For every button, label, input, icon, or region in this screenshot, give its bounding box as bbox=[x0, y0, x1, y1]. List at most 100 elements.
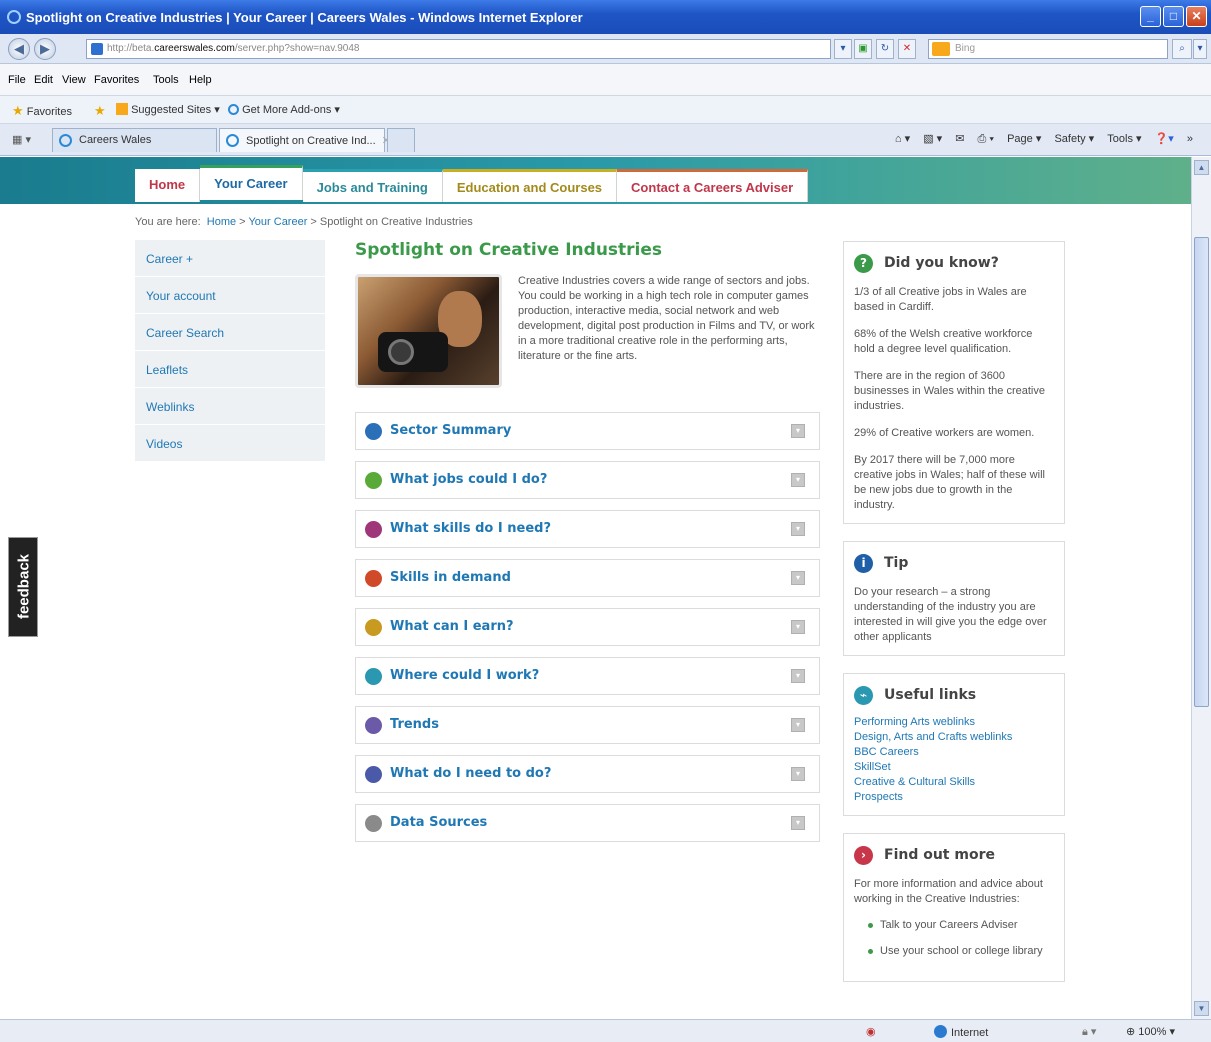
link-skillset[interactable]: SkillSet bbox=[854, 760, 1054, 775]
address-dropdown-button[interactable]: ▾ bbox=[834, 39, 852, 59]
nav-education-courses[interactable]: Education and Courses bbox=[442, 169, 618, 202]
nav-your-career[interactable]: Your Career bbox=[200, 165, 303, 200]
sidenav-item-account[interactable]: Your account bbox=[135, 277, 325, 313]
suggested-sites-button[interactable]: Suggested Sites ▾ bbox=[116, 103, 220, 116]
help-icon[interactable]: ❓▾ bbox=[1155, 133, 1174, 145]
main-nav: Home Your Career Jobs and Training Educatio… bbox=[135, 165, 809, 204]
tab-bar: ▦ ▾ Careers Wales Spotlight on Creative … bbox=[0, 124, 1211, 156]
address-bar: ◀ ▶ http://beta.careerswales.com/server.… bbox=[0, 34, 1211, 64]
expand-toggle-icon[interactable]: ▾ bbox=[791, 718, 805, 732]
forward-button[interactable]: ▶ bbox=[34, 38, 56, 60]
menu-tools[interactable]: Tools bbox=[153, 74, 179, 86]
question-icon: ? bbox=[854, 254, 873, 273]
menu-favorites[interactable]: Favorites bbox=[94, 74, 139, 86]
nav-jobs-training[interactable]: Jobs and Training bbox=[302, 169, 443, 202]
zoom-control[interactable]: ⊕ 100% ▾ bbox=[1126, 1025, 1175, 1038]
ie-logo-icon bbox=[7, 10, 21, 24]
privacy-icon[interactable]: ◉ bbox=[866, 1025, 876, 1038]
feedback-tab[interactable]: feedback bbox=[8, 537, 38, 637]
sidenav-item-weblinks[interactable]: Weblinks bbox=[135, 388, 325, 424]
nav-contact-adviser[interactable]: Contact a Careers Adviser bbox=[617, 169, 809, 202]
feeds-icon[interactable]: ▧ ▾ bbox=[923, 133, 942, 145]
zone-label: Internet bbox=[951, 1027, 989, 1039]
print-icon[interactable]: ⎙ ▾ bbox=[978, 133, 994, 145]
accordion-section-label: Data Sources bbox=[390, 815, 488, 830]
link-performing-arts[interactable]: Performing Arts weblinks bbox=[854, 715, 1054, 730]
accordion-section[interactable]: What can I earn? ▾ bbox=[355, 608, 820, 646]
fact-text: 1/3 of all Creative jobs in Wales are ba… bbox=[854, 286, 1027, 313]
accordion-section[interactable]: What skills do I need? ▾ bbox=[355, 510, 820, 548]
accordion-section[interactable]: What do I need to do? ▾ bbox=[355, 755, 820, 793]
favorites-button[interactable]: ★ Favorites bbox=[12, 103, 72, 119]
tab-spotlight[interactable]: Spotlight on Creative Ind...✕ bbox=[219, 128, 391, 152]
stop-button[interactable]: ✕ bbox=[898, 39, 916, 59]
tab-careers-wales[interactable]: Careers Wales bbox=[52, 128, 217, 152]
breadcrumb-your-career[interactable]: Your Career bbox=[248, 216, 307, 228]
page-menu[interactable]: Page ▾ bbox=[1007, 133, 1041, 145]
accordion-section-label: Skills in demand bbox=[390, 570, 511, 585]
expand-toggle-icon[interactable]: ▾ bbox=[791, 620, 805, 634]
accordion-section[interactable]: Where could I work? ▾ bbox=[355, 657, 820, 695]
accordion-section-label: What do I need to do? bbox=[390, 766, 552, 781]
compatibility-icon[interactable]: ▣ bbox=[854, 39, 872, 59]
quick-tabs-icon[interactable]: ▦ ▾ bbox=[12, 133, 31, 146]
link-design-arts-crafts[interactable]: Design, Arts and Crafts weblinks bbox=[854, 730, 1054, 745]
menu-file[interactable]: File bbox=[8, 74, 26, 86]
scrollbar-thumb[interactable] bbox=[1194, 237, 1209, 707]
menu-view[interactable]: View bbox=[62, 74, 86, 86]
maximize-button[interactable]: □ bbox=[1163, 6, 1184, 27]
zoom-level: 100% bbox=[1138, 1026, 1167, 1038]
accordion-section[interactable]: What jobs could I do? ▾ bbox=[355, 461, 820, 499]
addons-button[interactable]: Get More Add-ons ▾ bbox=[228, 103, 340, 116]
sidenav-item-career-search[interactable]: Career Search bbox=[135, 314, 325, 350]
sidenav-item-videos[interactable]: Videos bbox=[135, 425, 325, 461]
expand-toggle-icon[interactable]: ▾ bbox=[791, 571, 805, 585]
protected-mode-icon[interactable]: 🔒︎ ▾ bbox=[1082, 1025, 1096, 1039]
expand-toggle-icon[interactable]: ▾ bbox=[791, 816, 805, 830]
useful-links-title: Useful links bbox=[884, 687, 977, 703]
url-input[interactable]: http://beta.careerswales.com/server.php?… bbox=[86, 39, 831, 59]
search-options-button[interactable]: ▾ bbox=[1193, 39, 1207, 59]
back-button[interactable]: ◀ bbox=[8, 38, 30, 60]
sidenav-item-leaflets[interactable]: Leaflets bbox=[135, 351, 325, 387]
expand-toggle-icon[interactable]: ▾ bbox=[791, 473, 805, 487]
refresh-button[interactable]: ↻ bbox=[876, 39, 894, 59]
accordion-section[interactable]: Data Sources ▾ bbox=[355, 804, 820, 842]
scroll-down-icon[interactable]: ▼ bbox=[1194, 1001, 1209, 1016]
search-button[interactable]: ⌕ bbox=[1172, 39, 1192, 59]
breadcrumb-home[interactable]: Home bbox=[207, 216, 236, 228]
useful-links-list: Performing Arts weblinks Design, Arts an… bbox=[854, 715, 1054, 805]
expand-toggle-icon[interactable]: ▾ bbox=[791, 522, 805, 536]
accordion-section[interactable]: Trends ▾ bbox=[355, 706, 820, 744]
expand-toggle-icon[interactable]: ▾ bbox=[791, 669, 805, 683]
accordion-section-label: What jobs could I do? bbox=[390, 472, 548, 487]
close-button[interactable]: ✕ bbox=[1186, 6, 1207, 27]
accordion-section[interactable]: Sector Summary ▾ bbox=[355, 412, 820, 450]
page-icon bbox=[91, 43, 103, 55]
minimize-button[interactable]: _ bbox=[1140, 6, 1161, 27]
new-tab-button[interactable] bbox=[387, 128, 415, 152]
safety-menu[interactable]: Safety ▾ bbox=[1054, 133, 1094, 145]
link-bbc-careers[interactable]: BBC Careers bbox=[854, 745, 1054, 760]
link-icon: ⌁ bbox=[854, 686, 873, 705]
search-input[interactable]: Bing bbox=[928, 39, 1168, 59]
nav-home[interactable]: Home bbox=[135, 169, 201, 202]
link-prospects[interactable]: Prospects bbox=[854, 790, 1054, 805]
did-you-know-box: ? Did you know? 1/3 of all Creative jobs … bbox=[843, 241, 1065, 524]
expand-toggle-icon[interactable]: ▾ bbox=[791, 767, 805, 781]
sidenav-item-career-plus[interactable]: Career + bbox=[135, 240, 325, 276]
more-chevron-icon[interactable]: » bbox=[1187, 133, 1193, 145]
menu-help[interactable]: Help bbox=[189, 74, 212, 86]
scroll-up-icon[interactable]: ▲ bbox=[1194, 160, 1209, 175]
tools-menu[interactable]: Tools ▾ bbox=[1107, 133, 1141, 145]
menu-edit[interactable]: Edit bbox=[34, 74, 53, 86]
accordion-section[interactable]: Skills in demand ▾ bbox=[355, 559, 820, 597]
list-item: Use your school or college library bbox=[854, 945, 1054, 957]
add-favorite-button[interactable]: ★ bbox=[94, 103, 106, 119]
expand-toggle-icon[interactable]: ▾ bbox=[791, 424, 805, 438]
vertical-scrollbar[interactable]: ▲ ▼ bbox=[1191, 157, 1211, 1019]
read-mail-icon[interactable]: ✉ bbox=[955, 133, 964, 145]
link-creative-cultural-skills[interactable]: Creative & Cultural Skills bbox=[854, 775, 1054, 790]
home-icon[interactable]: ⌂ ▾ bbox=[895, 133, 910, 145]
find-out-more-box: › Find out more For more information and … bbox=[843, 833, 1065, 982]
